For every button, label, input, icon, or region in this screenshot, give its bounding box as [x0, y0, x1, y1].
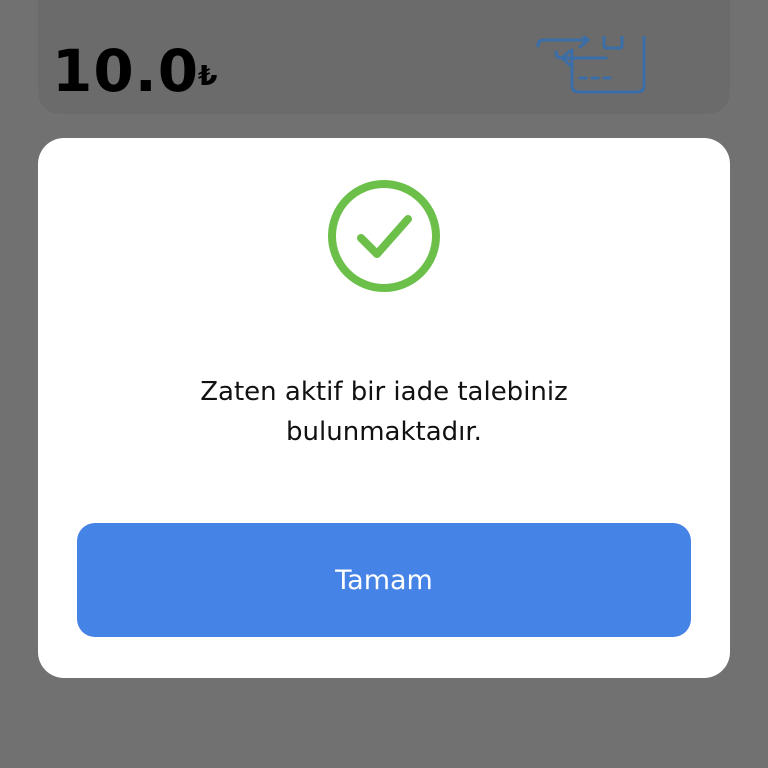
alert-dialog: Zaten aktif bir iade talebiniz bulunmakt… [38, 138, 730, 678]
ok-button[interactable]: Tamam [77, 523, 691, 637]
dialog-message: Zaten aktif bir iade talebiniz bulunmakt… [200, 377, 568, 447]
check-circle-icon [326, 178, 442, 294]
screen: 10.0 ₺ Zaten aktif bir iade talebiniz bu… [0, 0, 768, 768]
modal-overlay: Zaten aktif bir iade talebiniz bulunmakt… [0, 0, 768, 768]
